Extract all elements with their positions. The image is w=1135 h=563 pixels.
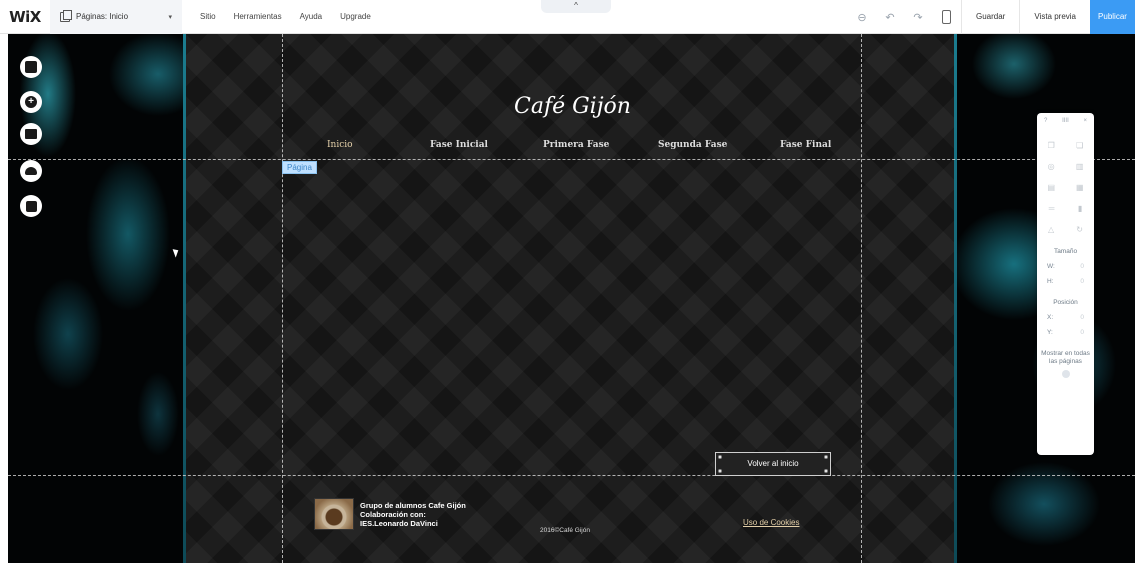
inspector-actions-row: ◎ ▥ <box>1037 162 1094 171</box>
back-to-start-label: Volver al inicio <box>747 459 799 468</box>
resize-handle[interactable] <box>824 455 828 459</box>
width-label: W: <box>1047 263 1055 270</box>
y-field[interactable]: Y: 0 <box>1037 329 1094 336</box>
guide-line-left <box>282 34 283 563</box>
copy-icon[interactable]: ❐ <box>1048 141 1055 150</box>
rotate-icon[interactable]: △ <box>1048 225 1054 234</box>
inspector-actions-row: ❐ ❏ <box>1037 141 1094 150</box>
add-element-tool[interactable]: + <box>20 91 42 113</box>
menu-herramientas[interactable]: Herramientas <box>234 12 282 21</box>
duplicate-icon[interactable]: ◎ <box>1048 162 1055 171</box>
cookies-link[interactable]: Uso de Cookies <box>743 518 799 527</box>
footer-line-collab: Colaboración con: <box>360 510 426 519</box>
x-field[interactable]: X: 0 <box>1037 314 1094 321</box>
pages-dropdown[interactable]: Páginas: Inicio ▾ <box>50 0 182 34</box>
inspector-panel: ? IIII × ❐ ❏ ◎ ▥ ▤ ▦ ═ ▮ △ ↻ Tamaño W: 0 H: 0 P… <box>1037 113 1094 455</box>
page-section-label: Página <box>282 161 317 174</box>
menu-sitio[interactable]: Sitio <box>200 12 216 21</box>
nav-item-inicio[interactable]: Inicio <box>327 140 353 150</box>
editor-topbar: WiX Páginas: Inicio ▾ Sitio Herramientas… <box>0 0 1135 34</box>
app-market-icon <box>25 129 37 139</box>
preview-button[interactable]: Vista previa <box>1020 0 1090 34</box>
editor-canvas[interactable]: Café Gijón Inicio Fase Inicial Primera F… <box>8 34 1135 563</box>
distribute-icon[interactable]: ▮ <box>1078 204 1082 213</box>
site-edge-right <box>954 34 957 563</box>
y-value: 0 <box>1080 329 1084 336</box>
height-field[interactable]: H: 0 <box>1037 278 1094 285</box>
nav-item-segunda-fase[interactable]: Segunda Fase <box>658 140 727 150</box>
inspector-actions-row: ═ ▮ <box>1037 204 1094 213</box>
size-label: Tamaño <box>1053 248 1078 255</box>
back-to-start-button[interactable]: Volver al inicio <box>715 452 831 476</box>
align-icon[interactable]: ▦ <box>1076 183 1084 192</box>
coffee-cup-image[interactable] <box>314 498 354 530</box>
width-field[interactable]: W: 0 <box>1037 263 1094 270</box>
zoom-out-icon[interactable]: ⊖ <box>848 11 876 24</box>
store-tool[interactable] <box>20 195 42 217</box>
header-guide-line <box>8 159 1135 160</box>
match-size-icon[interactable]: ═ <box>1049 204 1055 213</box>
publish-button[interactable]: Publicar <box>1090 0 1135 34</box>
store-bag-icon <box>25 200 37 212</box>
add-background-tool[interactable] <box>20 56 42 78</box>
inspector-header: ? IIII × <box>1037 113 1094 129</box>
rotate-value-icon[interactable]: ↻ <box>1076 225 1083 234</box>
expand-toolbar-tab[interactable]: ^ <box>541 0 611 13</box>
background-icon <box>25 61 37 73</box>
nav-item-fase-final[interactable]: Fase Final <box>780 140 831 150</box>
upload-cloud-icon <box>25 167 37 175</box>
delete-icon[interactable]: ▥ <box>1076 162 1084 171</box>
site-title[interactable]: Café Gijón <box>514 94 631 119</box>
height-value: 0 <box>1080 278 1084 285</box>
height-label: H: <box>1047 278 1054 285</box>
footer-guide-line <box>8 475 1135 476</box>
nav-item-fase-inicial[interactable]: Fase Inicial <box>430 140 488 150</box>
resize-handle[interactable] <box>718 455 722 459</box>
top-menu: Sitio Herramientas Ayuda Upgrade <box>200 12 389 21</box>
pages-dropdown-label: Páginas: Inicio <box>76 12 129 21</box>
redo-icon[interactable]: ↷ <box>904 11 932 24</box>
inspector-actions-row: △ ↻ <box>1037 225 1094 234</box>
chevron-down-icon: ▾ <box>168 13 172 21</box>
y-label: Y: <box>1047 329 1053 336</box>
resize-handle[interactable] <box>824 469 828 473</box>
app-market-tool[interactable] <box>20 123 42 145</box>
pages-icon <box>60 9 72 22</box>
guide-line-right <box>861 34 862 563</box>
width-value: 0 <box>1080 263 1084 270</box>
undo-icon[interactable]: ↶ <box>876 11 904 24</box>
add-icon: + <box>25 96 37 108</box>
save-button[interactable]: Guardar <box>962 0 1019 34</box>
drag-handle-icon[interactable]: IIII <box>1062 118 1069 124</box>
footer-line-school: IES.Leonardo DaVinci <box>360 519 438 528</box>
inspector-actions-row: ▤ ▦ <box>1037 183 1094 192</box>
menu-upgrade[interactable]: Upgrade <box>340 12 371 21</box>
footer-line-group: Grupo de alumnos Cafe Gijón <box>360 501 466 510</box>
footer-credits[interactable]: Grupo de alumnos Cafe Gijón Colaboración… <box>360 501 466 528</box>
close-icon[interactable]: × <box>1083 118 1087 124</box>
menu-ayuda[interactable]: Ayuda <box>300 12 323 21</box>
background-smoke-left <box>8 34 184 563</box>
topbar-actions: ⊖ ↶ ↷ Guardar Vista previa Publicar <box>848 0 1135 34</box>
show-on-all-pages-toggle[interactable] <box>1061 370 1070 378</box>
resize-handle[interactable] <box>718 469 722 473</box>
mobile-view-icon[interactable] <box>941 10 951 24</box>
show-on-all-pages-label: Mostrar en todas las páginas <box>1041 350 1090 365</box>
wix-logo[interactable]: WiX <box>0 8 50 26</box>
arrange-icon[interactable]: ▤ <box>1047 183 1055 192</box>
position-label: Posición <box>1053 299 1078 306</box>
x-label: X: <box>1047 314 1054 321</box>
footer-copyright: 2016©Café Gijón <box>540 527 590 534</box>
help-icon[interactable]: ? <box>1044 118 1047 124</box>
nav-item-primera-fase[interactable]: Primera Fase <box>543 140 609 150</box>
x-value: 0 <box>1080 314 1084 321</box>
paste-icon[interactable]: ❏ <box>1076 141 1083 150</box>
upload-tool[interactable] <box>20 160 42 182</box>
